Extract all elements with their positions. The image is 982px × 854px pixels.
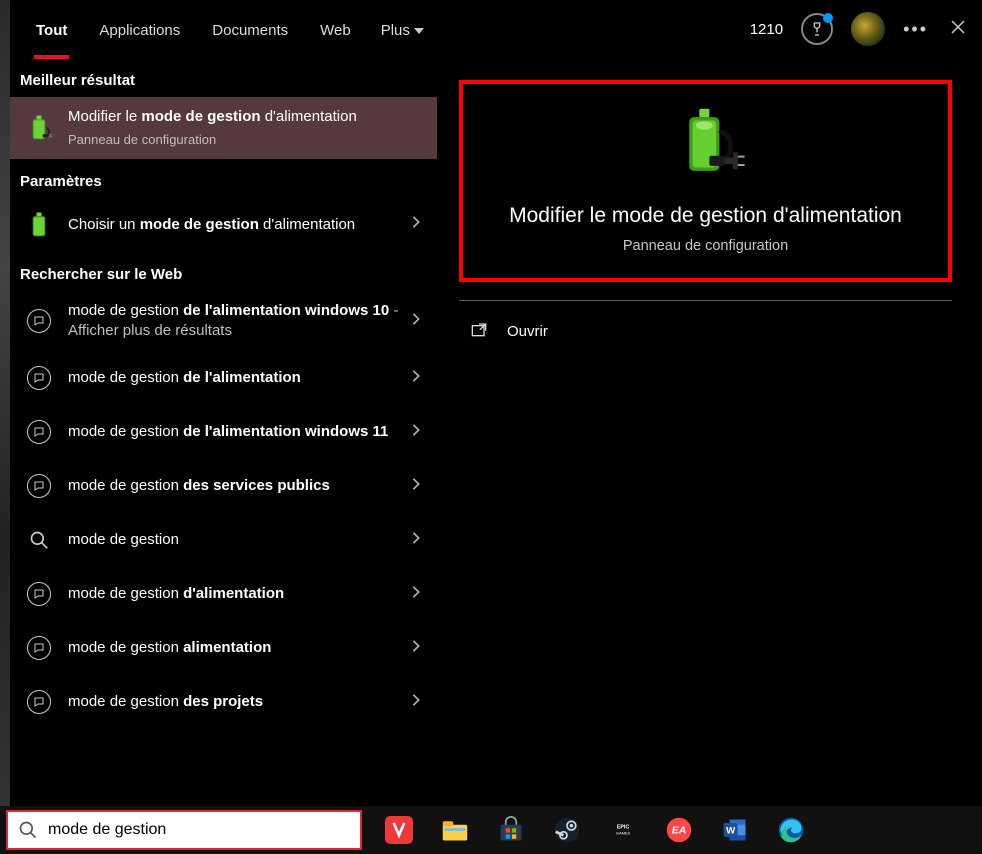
web-result-row[interactable]: mode de gestion de l'alimentation window… bbox=[10, 405, 437, 459]
preview-title: Modifier le mode de gestion d'alimentati… bbox=[471, 204, 940, 228]
battery-icon bbox=[22, 111, 56, 145]
rewards-badge[interactable] bbox=[801, 13, 833, 45]
battery-large-icon bbox=[664, 102, 748, 186]
search-tabs: Tout Applications Documents Web Plus bbox=[20, 4, 438, 55]
chat-icon bbox=[22, 415, 56, 449]
svg-text:W: W bbox=[726, 826, 736, 837]
web-result-row[interactable]: mode de gestion alimentation bbox=[10, 621, 437, 675]
battery-icon bbox=[22, 208, 56, 242]
close-icon bbox=[950, 19, 966, 35]
chat-icon bbox=[22, 469, 56, 503]
vivaldi-icon[interactable] bbox=[380, 811, 418, 849]
web-result-text: mode de gestion des services publics bbox=[68, 476, 409, 496]
search-input[interactable] bbox=[48, 821, 350, 839]
web-result-text: mode de gestion de l'alimentation window… bbox=[68, 301, 409, 342]
chat-icon bbox=[22, 631, 56, 665]
search-panel: Meilleur résultat Modifier le mode de ge… bbox=[10, 58, 982, 806]
web-result-row[interactable]: mode de gestion de l'alimentation window… bbox=[10, 291, 437, 352]
web-search-header: Rechercher sur le Web bbox=[10, 252, 437, 291]
web-result-text: mode de gestion de l'alimentation bbox=[68, 368, 409, 388]
steam-icon[interactable] bbox=[548, 811, 586, 849]
tab-more[interactable]: Plus bbox=[367, 4, 438, 55]
chevron-right-icon bbox=[409, 215, 423, 234]
chevron-right-icon bbox=[409, 531, 423, 550]
web-result-text: mode de gestion bbox=[68, 530, 409, 550]
web-result-text: mode de gestion de l'alimentation window… bbox=[68, 422, 409, 442]
results-column: Meilleur résultat Modifier le mode de ge… bbox=[10, 58, 437, 806]
chevron-right-icon bbox=[409, 312, 423, 331]
search-icon bbox=[22, 523, 56, 557]
close-button[interactable] bbox=[946, 19, 970, 40]
ea-app-icon[interactable]: EA bbox=[660, 811, 698, 849]
search-tabs-bar: Tout Applications Documents Web Plus 121… bbox=[10, 0, 982, 58]
tab-web[interactable]: Web bbox=[304, 4, 367, 55]
open-icon bbox=[469, 319, 489, 343]
best-result-row[interactable]: Modifier le mode de gestion d'alimentati… bbox=[10, 97, 437, 159]
rewards-count[interactable]: 1210 bbox=[750, 21, 783, 38]
desktop-edge bbox=[0, 0, 10, 806]
chat-icon bbox=[22, 361, 56, 395]
tab-more-label: Plus bbox=[381, 22, 410, 39]
more-options-button[interactable]: ••• bbox=[903, 19, 928, 40]
chevron-right-icon bbox=[409, 639, 423, 658]
best-result-header: Meilleur résultat bbox=[10, 58, 437, 97]
tab-applications[interactable]: Applications bbox=[83, 4, 196, 55]
header-right: 1210 ••• bbox=[750, 12, 970, 46]
word-icon[interactable]: W bbox=[716, 811, 754, 849]
web-result-row[interactable]: mode de gestion bbox=[10, 513, 437, 567]
chevron-right-icon bbox=[409, 585, 423, 604]
taskbar-apps: EPICGAMES EA W bbox=[362, 811, 810, 849]
tab-documents[interactable]: Documents bbox=[196, 4, 304, 55]
chevron-right-icon bbox=[409, 369, 423, 388]
web-result-row[interactable]: mode de gestion d'alimentation bbox=[10, 567, 437, 621]
search-icon bbox=[18, 820, 38, 840]
web-result-text: mode de gestion des projets bbox=[68, 692, 409, 712]
file-explorer-icon[interactable] bbox=[436, 811, 474, 849]
settings-header: Paramètres bbox=[10, 159, 437, 198]
web-result-text: mode de gestion alimentation bbox=[68, 638, 409, 658]
web-results-list: mode de gestion de l'alimentation window… bbox=[10, 291, 437, 730]
chat-icon bbox=[22, 685, 56, 719]
epic-games-icon[interactable]: EPICGAMES bbox=[604, 811, 642, 849]
edge-icon[interactable] bbox=[772, 811, 810, 849]
preview-column: Modifier le mode de gestion d'alimentati… bbox=[437, 58, 982, 806]
trophy-icon bbox=[809, 21, 825, 37]
chevron-right-icon bbox=[409, 477, 423, 496]
chat-icon bbox=[22, 577, 56, 611]
web-result-row[interactable]: mode de gestion des services publics bbox=[10, 459, 437, 513]
user-avatar[interactable] bbox=[851, 12, 885, 46]
notification-dot-icon bbox=[823, 13, 833, 23]
svg-text:EPIC: EPIC bbox=[617, 824, 629, 830]
tab-tout[interactable]: Tout bbox=[20, 4, 83, 55]
web-result-row[interactable]: mode de gestion des projets bbox=[10, 675, 437, 729]
settings-result-row[interactable]: Choisir un mode de gestion d'alimentatio… bbox=[10, 198, 437, 252]
svg-text:GAMES: GAMES bbox=[616, 830, 631, 835]
best-result-text: Modifier le mode de gestion d'alimentati… bbox=[68, 107, 423, 149]
taskbar: EPICGAMES EA W bbox=[0, 806, 982, 854]
chevron-right-icon bbox=[409, 693, 423, 712]
taskbar-search-box[interactable] bbox=[6, 810, 362, 850]
settings-result-text: Choisir un mode de gestion d'alimentatio… bbox=[68, 215, 409, 235]
microsoft-store-icon[interactable] bbox=[492, 811, 530, 849]
open-action[interactable]: Ouvrir bbox=[459, 301, 952, 361]
web-result-text: mode de gestion d'alimentation bbox=[68, 584, 409, 604]
svg-text:EA: EA bbox=[672, 825, 687, 837]
preview-hero: Modifier le mode de gestion d'alimentati… bbox=[459, 80, 952, 282]
chat-icon bbox=[22, 304, 56, 338]
chevron-right-icon bbox=[409, 423, 423, 442]
open-label: Ouvrir bbox=[507, 323, 548, 340]
web-result-row[interactable]: mode de gestion de l'alimentation bbox=[10, 351, 437, 405]
chevron-down-icon bbox=[414, 28, 424, 34]
preview-subtitle: Panneau de configuration bbox=[471, 238, 940, 254]
best-result-sub: Panneau de configuration bbox=[68, 131, 423, 149]
